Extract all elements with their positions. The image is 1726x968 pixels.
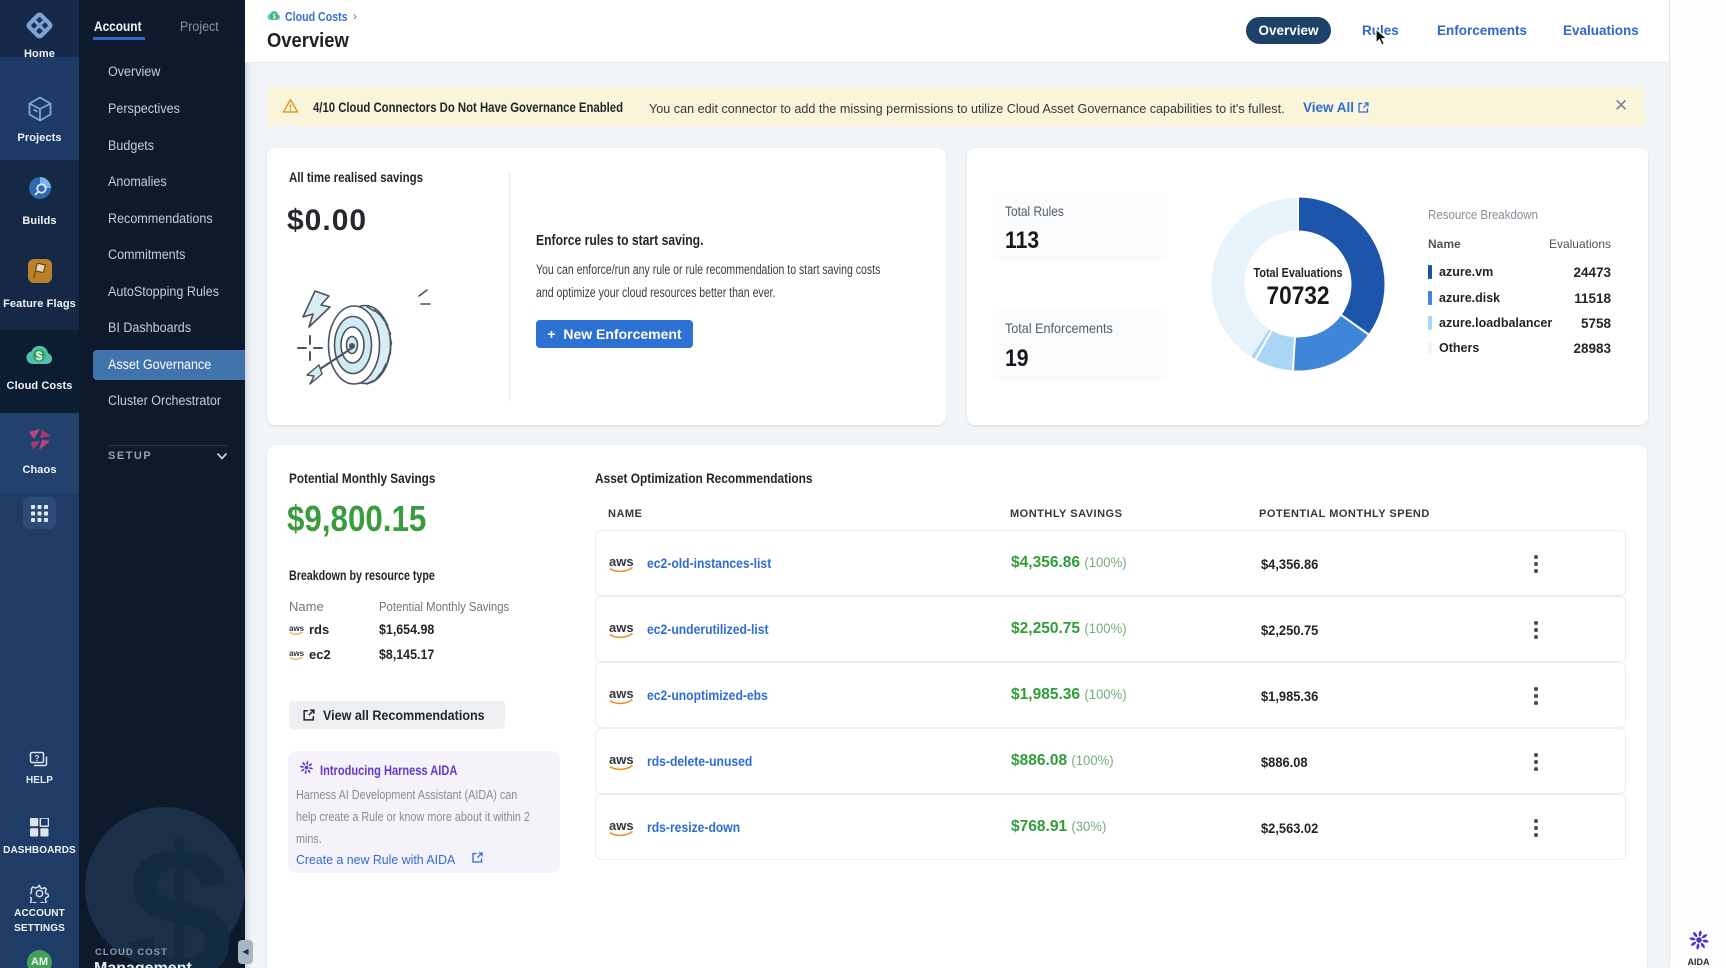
svg-text:aws: aws [289,649,304,658]
svg-text:$: $ [272,14,276,21]
svg-text:aws: aws [289,624,304,633]
svg-text:aws: aws [609,752,634,767]
svg-text:$: $ [36,349,43,363]
svg-text:aws: aws [609,554,634,569]
svg-text:?: ? [35,754,40,763]
svg-text:Total Evaluations: Total Evaluations [1254,265,1343,280]
svg-text:aws: aws [609,620,634,635]
svg-text:70732: 70732 [1267,282,1330,310]
svg-text:aws: aws [609,686,634,701]
svg-text:aws: aws [609,818,634,833]
